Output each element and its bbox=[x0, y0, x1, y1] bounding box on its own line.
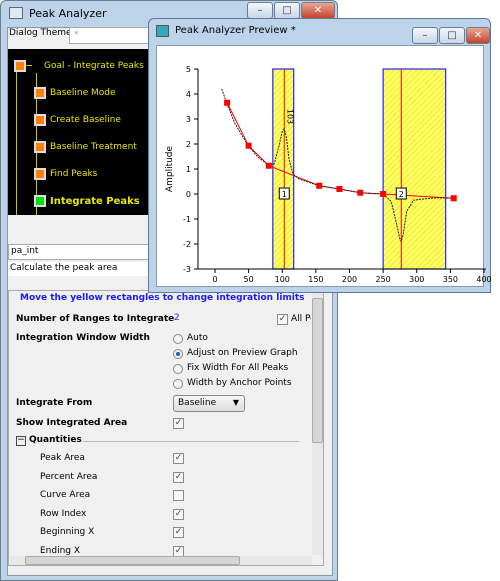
y-tick-label: 1 bbox=[186, 165, 191, 174]
baseline-anchor-point[interactable] bbox=[316, 182, 323, 189]
range-label: 1 bbox=[282, 190, 287, 199]
num-ranges-label: Number of Ranges to Integrate bbox=[16, 314, 175, 324]
integration-range-2[interactable] bbox=[382, 68, 447, 270]
integrate-from-value: Baseline bbox=[178, 398, 217, 408]
baseline-anchor-point[interactable] bbox=[380, 191, 387, 197]
y-tick-label: -1 bbox=[183, 215, 191, 224]
collapse-icon[interactable]: − bbox=[16, 436, 26, 446]
y-axis-label: Amplitude bbox=[165, 145, 175, 192]
quantity-label: Row Index bbox=[40, 508, 87, 519]
y-tick-label: 4 bbox=[186, 90, 191, 99]
x-tick-label: 300 bbox=[409, 275, 424, 284]
y-tick-label: 3 bbox=[186, 115, 191, 124]
quantity-label: Percent Area bbox=[40, 471, 98, 482]
quantity-label: Curve Area bbox=[40, 490, 91, 500]
radio-button[interactable] bbox=[173, 379, 183, 389]
radio-button[interactable] bbox=[173, 349, 183, 359]
x-tick-label: 350 bbox=[443, 275, 458, 284]
preview-chart[interactable]: 0 50 100 150 200 250 300 350 400 -3 -2 -1 0 1 2 3 4 5 Ampl… bbox=[0, 0, 500, 300]
quantity-label: Peak Area bbox=[40, 453, 85, 463]
integrate-from-label: Integrate From bbox=[16, 398, 93, 408]
x-tick-label: 200 bbox=[342, 275, 357, 284]
baseline-anchor-point[interactable] bbox=[224, 99, 231, 106]
baseline-anchor-point[interactable] bbox=[245, 142, 252, 149]
show-area-label: Show Integrated Area bbox=[16, 418, 128, 428]
baseline-anchor-point[interactable] bbox=[336, 186, 343, 192]
window-width-label: Integration Window Width bbox=[16, 333, 150, 343]
num-ranges-value[interactable]: 2 bbox=[174, 313, 180, 323]
x-tick-label: 250 bbox=[375, 275, 390, 284]
quantity-checkbox[interactable]: ✓ bbox=[173, 545, 184, 557]
x-tick-label: 100 bbox=[275, 275, 290, 284]
y-tick-label: -3 bbox=[183, 265, 191, 274]
y-tick-label: -2 bbox=[183, 240, 191, 249]
all-peaks-label: All Pe bbox=[291, 314, 311, 324]
quantity-checkbox[interactable] bbox=[173, 490, 184, 501]
quantity-checkbox[interactable]: ✓ bbox=[173, 471, 184, 483]
quantity-label: Beginning X bbox=[40, 527, 95, 537]
radio-button[interactable] bbox=[173, 364, 183, 374]
radio-label: Adjust on Preview Graph bbox=[187, 348, 298, 358]
x-tick-label: 50 bbox=[244, 275, 254, 284]
x-tick-label: 0 bbox=[212, 275, 217, 284]
quantity-checkbox[interactable]: ✓ bbox=[173, 453, 184, 464]
y-tick-label: 0 bbox=[186, 190, 191, 199]
peak-label: 103 bbox=[285, 109, 294, 124]
vertical-scrollbar[interactable] bbox=[312, 293, 323, 555]
baseline-anchor-point[interactable] bbox=[265, 162, 272, 169]
baseline-anchor-point[interactable] bbox=[450, 195, 457, 202]
radio-label: Fix Width For All Peaks bbox=[187, 363, 289, 373]
quantity-label: Ending X bbox=[40, 545, 81, 556]
show-area-checkbox[interactable]: ✓ bbox=[173, 418, 184, 429]
all-peaks-checkbox[interactable]: ✓ bbox=[277, 314, 288, 325]
y-tick-label: 2 bbox=[186, 140, 191, 149]
integrate-from-dropdown[interactable]: Baseline ▼ bbox=[173, 395, 245, 412]
horizontal-scrollbar[interactable] bbox=[10, 556, 312, 565]
radio-label: Auto bbox=[187, 333, 208, 343]
x-tick-label: 150 bbox=[308, 275, 323, 284]
range-label: 2 bbox=[399, 190, 404, 199]
settings-panel bbox=[8, 290, 324, 566]
y-tick-label: 5 bbox=[186, 65, 191, 74]
chevron-down-icon: ▼ bbox=[232, 398, 239, 407]
quantity-checkbox[interactable]: ✓ bbox=[173, 508, 184, 520]
radio-label: Width by Anchor Points bbox=[187, 378, 292, 388]
quantity-checkbox[interactable]: ✓ bbox=[173, 527, 184, 538]
x-tick-label: 400 bbox=[476, 275, 491, 284]
baseline-anchor-point[interactable] bbox=[357, 189, 364, 196]
quantities-label: Quantities bbox=[29, 435, 82, 445]
divider bbox=[83, 441, 299, 442]
radio-button[interactable] bbox=[173, 334, 183, 344]
